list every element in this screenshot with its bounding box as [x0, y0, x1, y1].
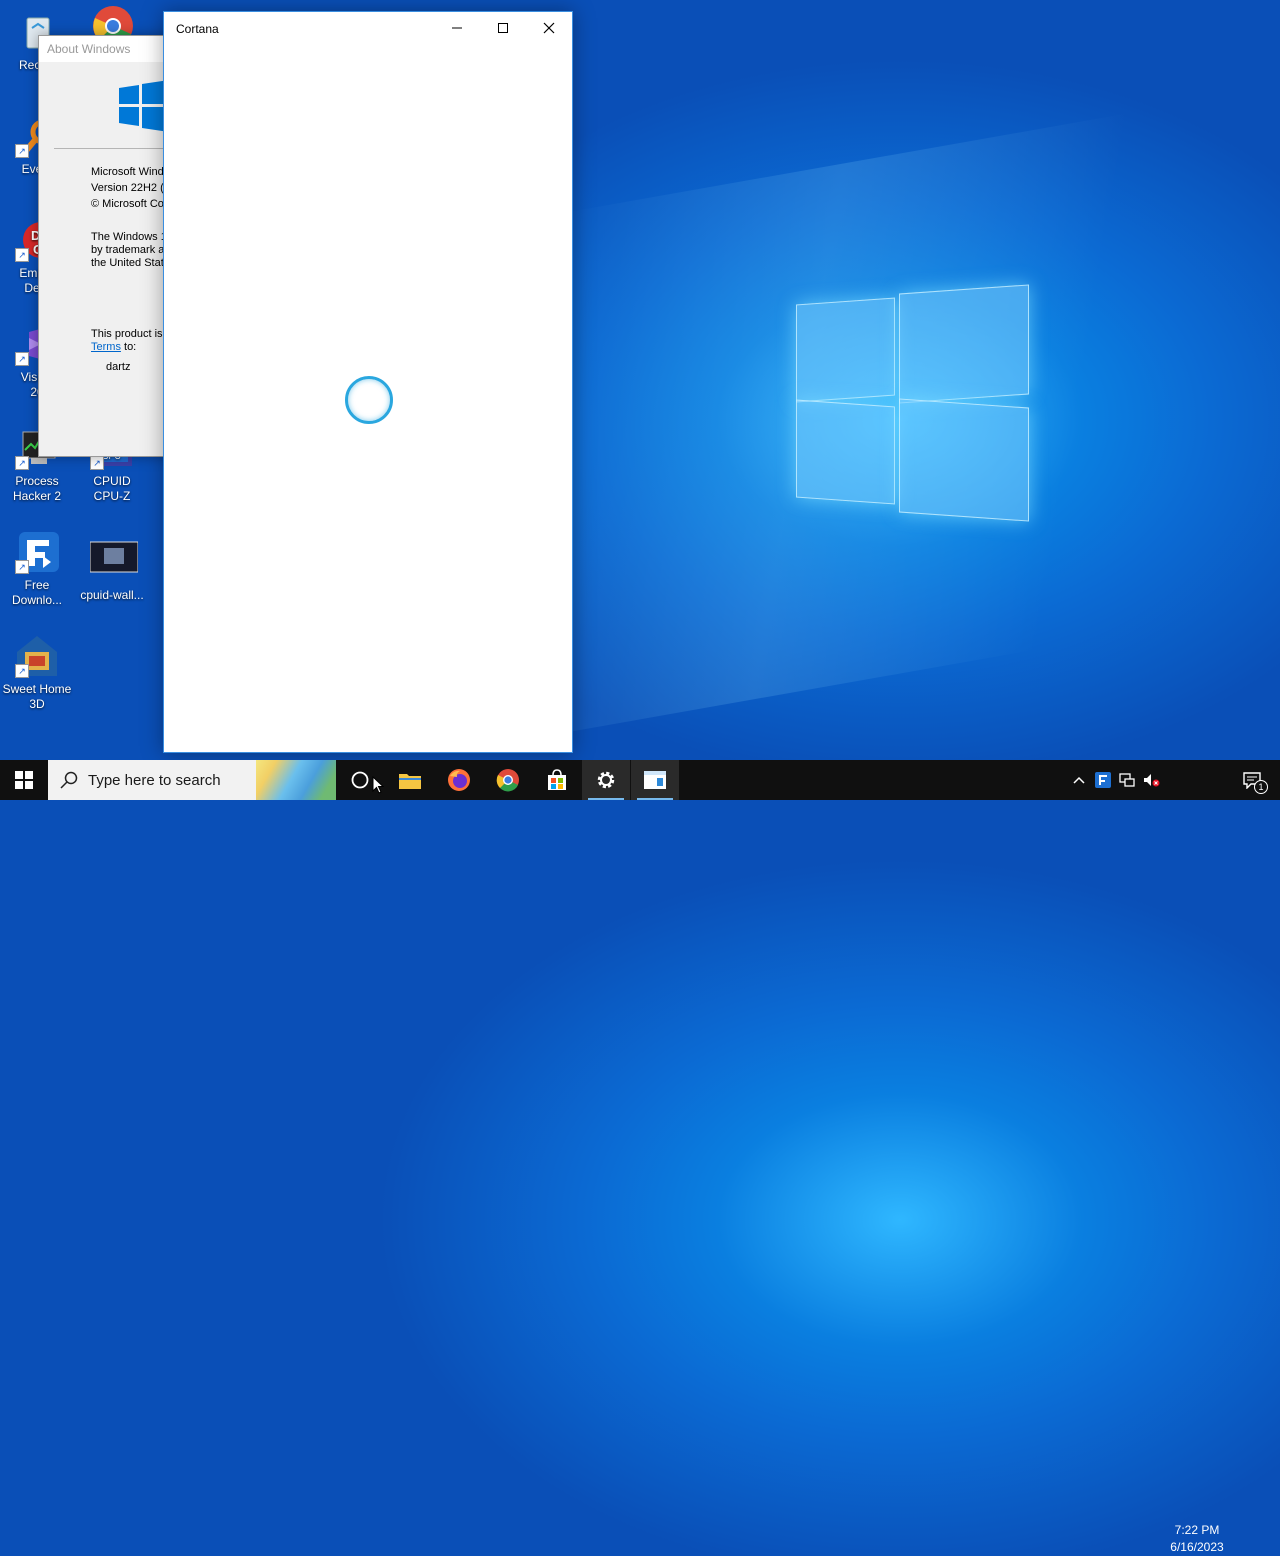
shortcut-arrow-icon: ↗ — [90, 456, 104, 470]
license-terms: Terms to: — [91, 341, 136, 353]
desktop-icon-label: Hacker 2 — [12, 489, 62, 503]
notification-count-badge: 1 — [1254, 780, 1268, 794]
settings-gear-icon — [597, 771, 615, 789]
maximize-icon — [498, 23, 508, 33]
desktop-icon-cpuid-wallpaper[interactable]: cpuid-wall... — [75, 540, 149, 603]
shortcut-arrow-icon: ↗ — [15, 560, 29, 574]
minimize-button[interactable] — [434, 12, 480, 44]
cortana-icon — [351, 771, 369, 789]
close-button[interactable] — [526, 12, 572, 44]
cortana-window[interactable]: Cortana — [163, 11, 573, 753]
start-button[interactable] — [0, 760, 48, 800]
chevron-up-icon — [1073, 776, 1085, 784]
clock-date: 6/16/2023 — [1170, 1540, 1224, 1554]
licensed-user: dartz — [106, 361, 131, 373]
taskbar-settings[interactable] — [582, 760, 630, 800]
tray-volume-button[interactable] — [1140, 760, 1162, 800]
desktop-icon-sweet-home-3d[interactable]: ↗ Sweet Home 3D — [0, 634, 74, 712]
windows-start-icon — [15, 771, 33, 789]
file-explorer-icon — [399, 774, 421, 789]
desktop-icon-label: Sweet Home — [2, 682, 72, 696]
taskbar-firefox[interactable] — [435, 760, 483, 800]
taskbar-store[interactable] — [533, 760, 581, 800]
desktop-icon-label: Process — [15, 474, 59, 488]
divider — [54, 148, 179, 149]
cortana-ring-icon — [345, 376, 393, 424]
taskbar-file-explorer[interactable] — [386, 760, 434, 800]
tray-network-button[interactable] — [1116, 760, 1138, 800]
trademark-text-2: by trademark a — [91, 244, 165, 256]
clock-time: 7:22 PM — [1174, 1523, 1220, 1537]
about-windows-dialog[interactable]: About Windows Microsoft Windo Version 22… — [38, 35, 180, 457]
desktop-icon-free-download-manager[interactable]: ↗ Free Downlo... — [0, 530, 74, 608]
search-placeholder: Type here to search — [88, 771, 221, 789]
shortcut-arrow-icon: ↗ — [15, 144, 29, 158]
windows-logo-icon — [119, 80, 169, 132]
cortana-title: Cortana — [176, 22, 219, 36]
mouse-cursor-icon — [372, 776, 384, 794]
sweet-home-3d-icon: ↗ — [15, 634, 59, 678]
free-download-manager-icon: ↗ — [15, 530, 59, 574]
trademark-text-1: The Windows 1 — [91, 231, 167, 243]
taskbar: Type here to search 7:22 PM 6/16/2023 1 — [0, 760, 1280, 1554]
version-text: Version 22H2 (O — [91, 182, 173, 194]
minimize-icon — [452, 27, 462, 29]
shortcut-arrow-icon: ↗ — [15, 352, 29, 366]
store-icon — [548, 769, 566, 790]
image-file-icon — [89, 540, 139, 584]
trademark-text-3: the United Stat — [91, 257, 164, 269]
desktop-icon-label: CPU-Z — [93, 489, 131, 503]
firefox-icon — [448, 769, 470, 791]
desktop-icon-label: Downlo... — [11, 593, 63, 607]
copyright-text: © Microsoft Co — [91, 198, 164, 210]
maximize-button[interactable] — [480, 12, 526, 44]
terms-link[interactable]: Terms — [91, 341, 121, 353]
action-center-button[interactable]: 1 — [1232, 760, 1272, 800]
volume-muted-icon — [1144, 774, 1160, 787]
desktop-icon-label: 3D — [29, 697, 45, 711]
chrome-icon — [496, 769, 519, 792]
network-icon — [1119, 773, 1135, 787]
shortcut-arrow-icon: ↗ — [15, 248, 29, 262]
taskbar-about-window[interactable] — [631, 760, 679, 800]
shortcut-arrow-icon: ↗ — [15, 456, 29, 470]
about-windows-title: About Windows — [39, 36, 179, 62]
desktop-icon-label: CPUID — [93, 474, 131, 488]
search-highlight-image — [256, 760, 336, 800]
free-download-manager-tray-icon — [1095, 772, 1111, 788]
about-window-icon — [644, 771, 666, 789]
desktop-icon-label: Free — [24, 578, 50, 592]
close-icon — [543, 22, 555, 34]
tray-fdm-button[interactable] — [1092, 760, 1114, 800]
taskbar-cortana-button[interactable] — [336, 760, 384, 800]
search-icon — [60, 771, 78, 789]
terms-to-text: to: — [120, 341, 137, 353]
license-text: This product is l — [91, 328, 169, 340]
show-hidden-icons-button[interactable] — [1068, 760, 1090, 800]
desktop-icon-label: cpuid-wall... — [80, 588, 144, 602]
shortcut-arrow-icon: ↗ — [15, 664, 29, 678]
taskbar-chrome[interactable] — [484, 760, 532, 800]
windows-wallpaper-logo — [796, 283, 1029, 522]
product-name: Microsoft Windo — [91, 166, 170, 178]
clock-button[interactable]: 7:22 PM 6/16/2023 — [1166, 1522, 1228, 1556]
taskbar-search-box[interactable]: Type here to search — [48, 760, 336, 800]
